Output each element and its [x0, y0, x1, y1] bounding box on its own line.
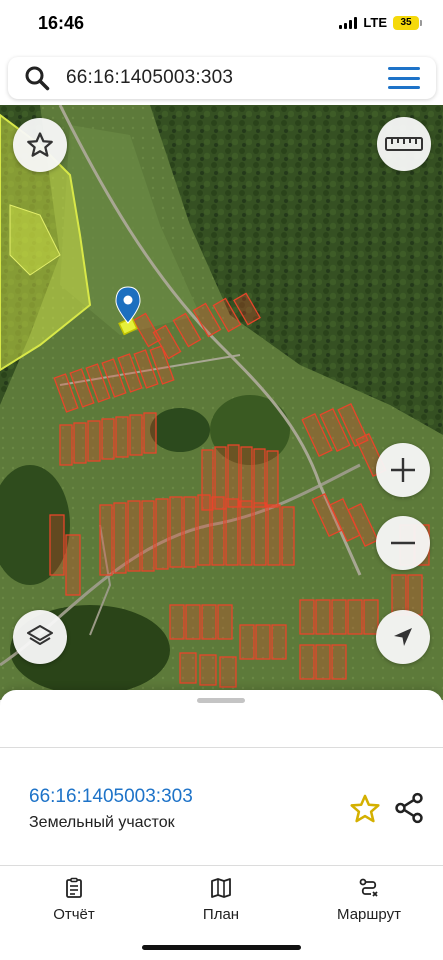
parcel-id-link[interactable]: 66:16:1405003:303 — [29, 786, 193, 808]
layers-button[interactable] — [13, 610, 67, 664]
favorite-map-button[interactable] — [13, 118, 67, 172]
route-icon — [359, 878, 378, 897]
signal-icon — [339, 16, 358, 29]
status-time: 16:46 — [38, 13, 85, 33]
tab-report-label: Отчёт — [53, 906, 95, 923]
report-icon — [66, 877, 82, 898]
tab-route-label: Маршрут — [337, 906, 401, 923]
ruler-button[interactable] — [377, 117, 431, 171]
tab-plan[interactable]: План — [161, 876, 281, 923]
satellite-map[interactable] — [0, 105, 443, 700]
tab-plan-label: План — [202, 906, 240, 923]
search-icon[interactable] — [24, 65, 50, 91]
layers-icon — [27, 625, 53, 645]
minus-icon — [391, 541, 415, 545]
share-icon[interactable] — [392, 791, 426, 825]
star-favorite-icon[interactable] — [348, 792, 382, 826]
menu-icon[interactable] — [388, 67, 420, 89]
status-indicators: LTE 35 — [339, 15, 422, 30]
star-outline-icon — [27, 132, 53, 157]
map-view[interactable] — [0, 105, 443, 700]
home-indicator[interactable] — [142, 945, 301, 950]
search-input[interactable]: 66:16:1405003:303 — [66, 67, 233, 89]
search-bar[interactable]: 66:16:1405003:303 — [8, 57, 436, 99]
ruler-icon — [385, 137, 423, 151]
bottom-sheet[interactable]: 66:16:1405003:303 Земельный участок Отчё… — [0, 690, 443, 960]
parcel-type: Земельный участок — [29, 814, 175, 831]
zoom-out-button[interactable] — [376, 516, 430, 570]
status-bar: 16:46 LTE 35 — [0, 0, 443, 50]
tab-route[interactable]: Маршрут — [309, 876, 429, 923]
divider — [0, 747, 443, 748]
tab-report[interactable]: Отчёт — [14, 876, 134, 923]
my-location-button[interactable] — [376, 610, 430, 664]
map-icon — [211, 878, 231, 898]
plus-icon — [391, 458, 415, 482]
zoom-in-button[interactable] — [376, 443, 430, 497]
network-type: LTE — [363, 15, 387, 30]
divider — [0, 865, 443, 866]
locate-arrow-icon — [394, 628, 412, 646]
battery-icon: 35 — [393, 15, 422, 30]
sheet-drag-handle[interactable] — [197, 698, 245, 703]
